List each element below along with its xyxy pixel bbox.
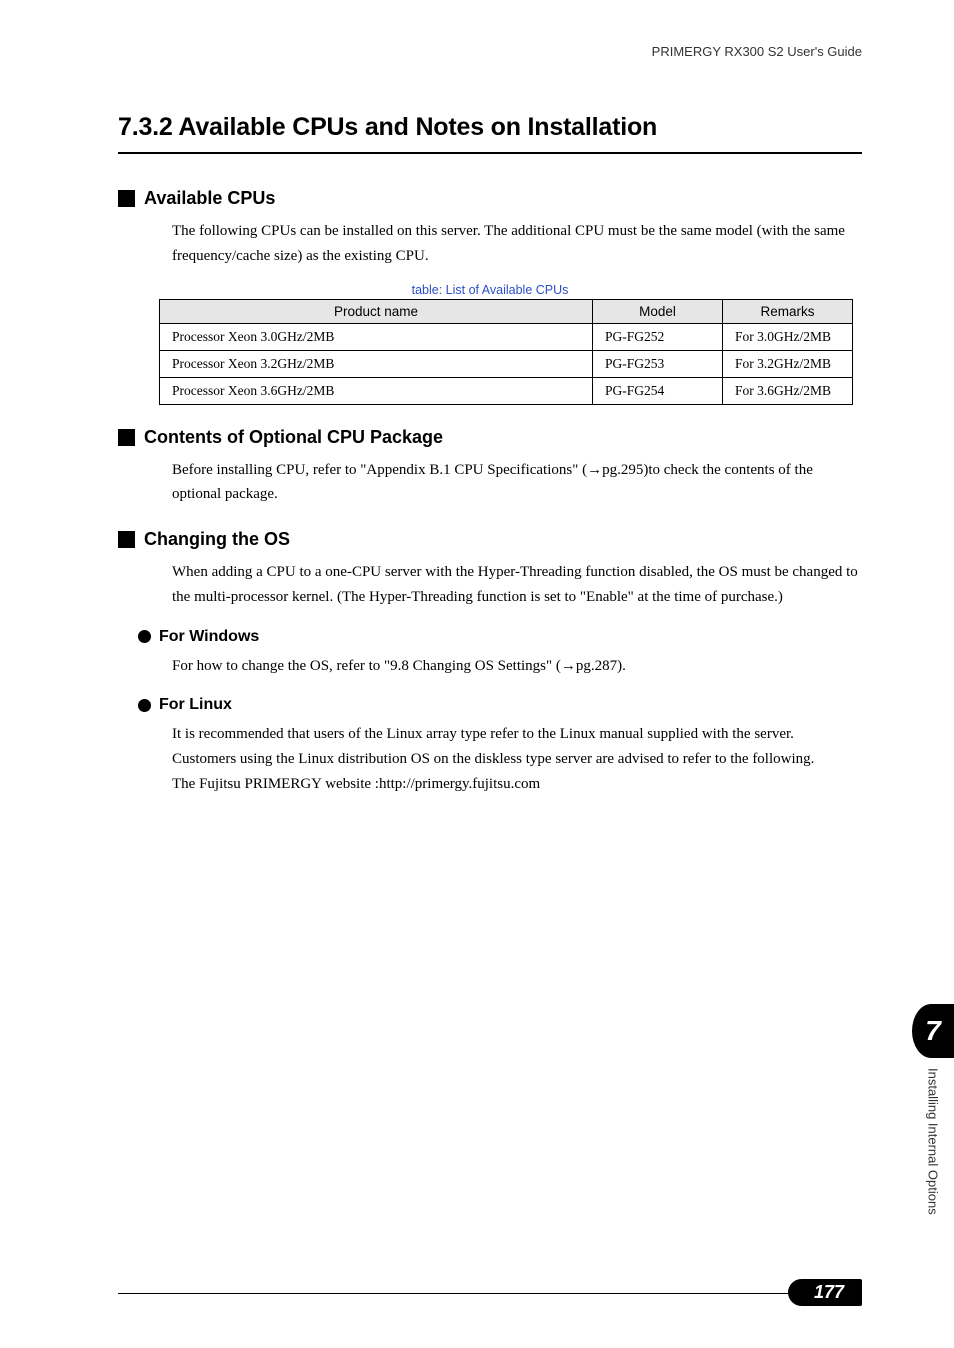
table-header-row: Product name Model Remarks — [160, 299, 853, 323]
side-tab-number: 7 — [925, 1015, 941, 1047]
side-tab-label: Installing Internal Options — [926, 1068, 941, 1215]
circle-bullet-icon — [138, 699, 151, 712]
square-bullet-icon — [118, 190, 135, 207]
subsubsection-title: For Windows — [159, 628, 259, 646]
table-caption: table: List of Available CPUs — [118, 283, 862, 297]
section-rule — [118, 152, 862, 154]
table-row: Processor Xeon 3.2GHz/2MB PG-FG253 For 3… — [160, 350, 853, 377]
side-tab: 7 Installing Internal Options — [912, 1004, 954, 1215]
table-cell: PG-FG254 — [593, 377, 723, 404]
table-cell: Processor Xeon 3.6GHz/2MB — [160, 377, 593, 404]
section-title: 7.3.2 Available CPUs and Notes on Instal… — [118, 113, 862, 142]
body-paragraph: The following CPUs can be installed on t… — [172, 219, 858, 269]
page-number: 177 — [788, 1279, 862, 1306]
table-cell: PG-FG253 — [593, 350, 723, 377]
table-cell: For 3.6GHz/2MB — [723, 377, 853, 404]
table-row: Processor Xeon 3.6GHz/2MB PG-FG254 For 3… — [160, 377, 853, 404]
subsection-title: Contents of Optional CPU Package — [144, 427, 443, 448]
body-paragraph: Before installing CPU, refer to "Appendi… — [172, 458, 858, 508]
table-row: Processor Xeon 3.0GHz/2MB PG-FG252 For 3… — [160, 323, 853, 350]
table-cell: Processor Xeon 3.0GHz/2MB — [160, 323, 593, 350]
table-header-cell: Remarks — [723, 299, 853, 323]
table-cell: For 3.0GHz/2MB — [723, 323, 853, 350]
table-header-cell: Model — [593, 299, 723, 323]
body-paragraph: It is recommended that users of the Linu… — [172, 722, 858, 772]
square-bullet-icon — [118, 531, 135, 548]
table-cell: PG-FG252 — [593, 323, 723, 350]
side-tab-badge: 7 — [912, 1004, 954, 1058]
cpu-table: Product name Model Remarks Processor Xeo… — [159, 299, 853, 405]
table-cell: Processor Xeon 3.2GHz/2MB — [160, 350, 593, 377]
square-bullet-icon — [118, 429, 135, 446]
table-header-cell: Product name — [160, 299, 593, 323]
subsection-optional-package: Contents of Optional CPU Package — [118, 427, 862, 448]
body-paragraph: When adding a CPU to a one-CPU server wi… — [172, 560, 858, 610]
subsubsection-title: For Linux — [159, 696, 232, 714]
table-cell: For 3.2GHz/2MB — [723, 350, 853, 377]
body-paragraph: The Fujitsu PRIMERGY website :http://pri… — [172, 772, 858, 797]
subsubsection-windows: For Windows — [138, 628, 862, 646]
body-paragraph: For how to change the OS, refer to "9.8 … — [172, 654, 858, 679]
page-footer: 177 — [0, 1293, 954, 1304]
circle-bullet-icon — [138, 630, 151, 643]
subsection-changing-os: Changing the OS — [118, 529, 862, 550]
subsubsection-linux: For Linux — [138, 696, 862, 714]
running-header: PRIMERGY RX300 S2 User's Guide — [118, 44, 862, 59]
subsection-title: Changing the OS — [144, 529, 290, 550]
subsection-available-cpus: Available CPUs — [118, 188, 862, 209]
footer-rule — [118, 1293, 862, 1294]
subsection-title: Available CPUs — [144, 188, 275, 209]
